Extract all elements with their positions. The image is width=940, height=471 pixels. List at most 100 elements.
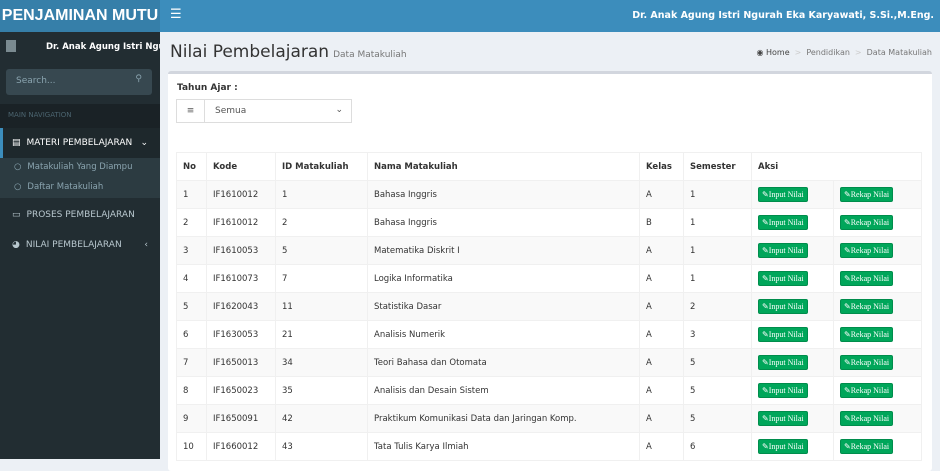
table-cell: Statistika Dasar <box>367 292 640 321</box>
table-cell: 5 <box>176 292 207 321</box>
rekap-nilai-button[interactable]: ✎Rekap Nilai <box>840 355 894 370</box>
chevron-down-icon: ⌄ <box>140 138 148 148</box>
table-cell: Bahasa Inggris <box>367 208 640 237</box>
pencil-icon: ✎ <box>762 386 769 395</box>
tahun-ajar-select[interactable]: ≡ Semua ⌄ <box>176 99 352 123</box>
action-cell: ✎Input Nilai <box>751 180 834 209</box>
top-navbar: ☰ Dr. Anak Agung Istri Ngurah Eka Karyaw… <box>160 0 940 32</box>
table-cell: A <box>639 432 684 461</box>
table-cell: 1 <box>683 264 752 293</box>
subitem-label: Matakuliah Yang Diampu <box>27 162 133 172</box>
table-cell: IF1610073 <box>206 264 276 293</box>
table-cell: Tata Tulis Karya Ilmiah <box>367 432 640 461</box>
rekap-nilai-button[interactable]: ✎Rekap Nilai <box>840 243 894 258</box>
table-cell: IF1610012 <box>206 180 276 209</box>
column-header[interactable]: Kelas <box>639 152 684 181</box>
pencil-icon: ✎ <box>762 190 769 199</box>
action-cell: ✎Input Nilai <box>751 404 834 433</box>
table-cell: Analisis dan Desain Sistem <box>367 376 640 405</box>
table-cell: A <box>639 376 684 405</box>
input-nilai-button[interactable]: ✎Input Nilai <box>758 215 808 230</box>
table-cell: Bahasa Inggris <box>367 180 640 209</box>
input-nilai-button[interactable]: ✎Input Nilai <box>758 243 808 258</box>
sidebar-item-label: NILAI PEMBELAJARAN <box>25 240 122 250</box>
breadcrumb-current: Data Matakuliah <box>866 48 932 57</box>
button-label: Input Nilai <box>768 190 804 199</box>
table-cell: 5 <box>683 348 752 377</box>
table-row: 3 IF1610053 5 Matematika Diskrit I A 1 ✎Input … <box>176 236 922 265</box>
table-cell: Analisis Numerik <box>367 320 640 349</box>
rekap-nilai-button[interactable]: ✎Rekap Nilai <box>840 271 894 286</box>
button-label: Input Nilai <box>768 358 804 367</box>
chevron-down-icon: ⌄ <box>335 105 343 115</box>
rekap-nilai-button[interactable]: ✎Rekap Nilai <box>840 439 894 454</box>
table-cell: Matematika Diskrit I <box>367 236 640 265</box>
rekap-nilai-button[interactable]: ✎Rekap Nilai <box>840 215 894 230</box>
circle-icon: ○ <box>14 182 22 192</box>
button-label: Rekap Nilai <box>850 246 890 255</box>
title-text: Nilai Pembelajaran <box>170 42 330 62</box>
sidebar-item-nilai[interactable]: ◕ NILAI PEMBELAJARAN ‹ <box>0 230 160 260</box>
input-nilai-button[interactable]: ✎Input Nilai <box>758 355 808 370</box>
input-nilai-button[interactable]: ✎Input Nilai <box>758 439 808 454</box>
subitem-label: Daftar Matakuliah <box>27 182 104 192</box>
pencil-icon: ✎ <box>844 190 851 199</box>
action-cell: ✎Input Nilai <box>751 264 834 293</box>
input-nilai-button[interactable]: ✎Input Nilai <box>758 327 808 342</box>
column-header[interactable]: Nama Matakuliah <box>367 152 640 181</box>
input-nilai-button[interactable]: ✎Input Nilai <box>758 411 808 426</box>
table-cell: Praktikum Komunikasi Data dan Jaringan K… <box>367 404 640 433</box>
rekap-nilai-button[interactable]: ✎Rekap Nilai <box>840 299 894 314</box>
laptop-icon: ▭ <box>12 210 21 220</box>
rekap-nilai-button[interactable]: ✎Rekap Nilai <box>840 383 894 398</box>
action-cell: ✎Rekap Nilai <box>833 404 922 433</box>
table-cell: IF1630053 <box>206 320 276 349</box>
rekap-nilai-button[interactable]: ✎Rekap Nilai <box>840 327 894 342</box>
breadcrumb-pendidikan[interactable]: Pendidikan <box>806 48 850 57</box>
input-nilai-button[interactable]: ✎Input Nilai <box>758 383 808 398</box>
table-cell: 5 <box>683 376 752 405</box>
user-menu[interactable]: Dr. Anak Agung Istri Ngurah Eka Karyawat… <box>632 10 934 21</box>
rekap-nilai-button[interactable]: ✎Rekap Nilai <box>840 187 894 202</box>
button-label: Input Nilai <box>768 386 804 395</box>
table-row: 10 IF1660012 43 Tata Tulis Karya Ilmiah A 6 ✎I… <box>176 432 922 461</box>
sidebar-search-input[interactable]: Search... ⚲ <box>6 69 152 95</box>
table-row: 1 IF1610012 1 Bahasa Inggris A 1 ✎Input Nilai ✎… <box>176 180 922 209</box>
table-cell: 34 <box>275 348 368 377</box>
column-header[interactable]: Semester <box>683 152 752 181</box>
action-cell: ✎Rekap Nilai <box>833 376 922 405</box>
pencil-icon: ✎ <box>844 386 851 395</box>
sidebar-subitem-matakuliah-diampu[interactable]: ○ Matakuliah Yang Diampu <box>0 158 160 178</box>
table-cell: 1 <box>683 180 752 209</box>
button-label: Rekap Nilai <box>850 386 890 395</box>
input-nilai-button[interactable]: ✎Input Nilai <box>758 187 808 202</box>
table-cell: A <box>639 348 684 377</box>
sidebar-subitem-daftar-matakuliah[interactable]: ○ Daftar Matakuliah <box>0 178 160 198</box>
table-cell: A <box>639 180 684 209</box>
breadcrumb-home[interactable]: Home <box>766 48 790 57</box>
table-cell: IF1650023 <box>206 376 276 405</box>
column-header[interactable]: Aksi <box>751 152 922 181</box>
sidebar-item-proses[interactable]: ▭ PROSES PEMBELAJARAN <box>0 200 160 230</box>
table-cell: IF1620043 <box>206 292 276 321</box>
table-cell: 1 <box>683 208 752 237</box>
table-cell: IF1650091 <box>206 404 276 433</box>
column-header[interactable]: ID Matakuliah <box>275 152 368 181</box>
action-cell: ✎Rekap Nilai <box>833 348 922 377</box>
button-label: Rekap Nilai <box>850 302 890 311</box>
chevron-left-icon: ‹ <box>144 240 148 250</box>
rekap-nilai-button[interactable]: ✎Rekap Nilai <box>840 411 894 426</box>
search-icon[interactable]: ⚲ <box>135 74 142 84</box>
app-logo[interactable]: PENJAMINAN MUTU <box>0 0 160 32</box>
column-header[interactable]: No <box>176 152 207 181</box>
menu-toggle-icon[interactable]: ☰ <box>170 7 182 22</box>
page-title: Nilai Pembelajaran Data Matakuliah <box>170 42 407 62</box>
input-nilai-button[interactable]: ✎Input Nilai <box>758 299 808 314</box>
column-header[interactable]: Kode <box>206 152 276 181</box>
pencil-icon: ✎ <box>844 302 851 311</box>
pencil-icon: ✎ <box>844 358 851 367</box>
input-nilai-button[interactable]: ✎Input Nilai <box>758 271 808 286</box>
pencil-icon: ✎ <box>762 274 769 283</box>
sidebar-item-materi[interactable]: ▤ MATERI PEMBELAJARAN ⌄ <box>0 128 160 158</box>
nav-header: MAIN NAVIGATION <box>0 104 160 128</box>
